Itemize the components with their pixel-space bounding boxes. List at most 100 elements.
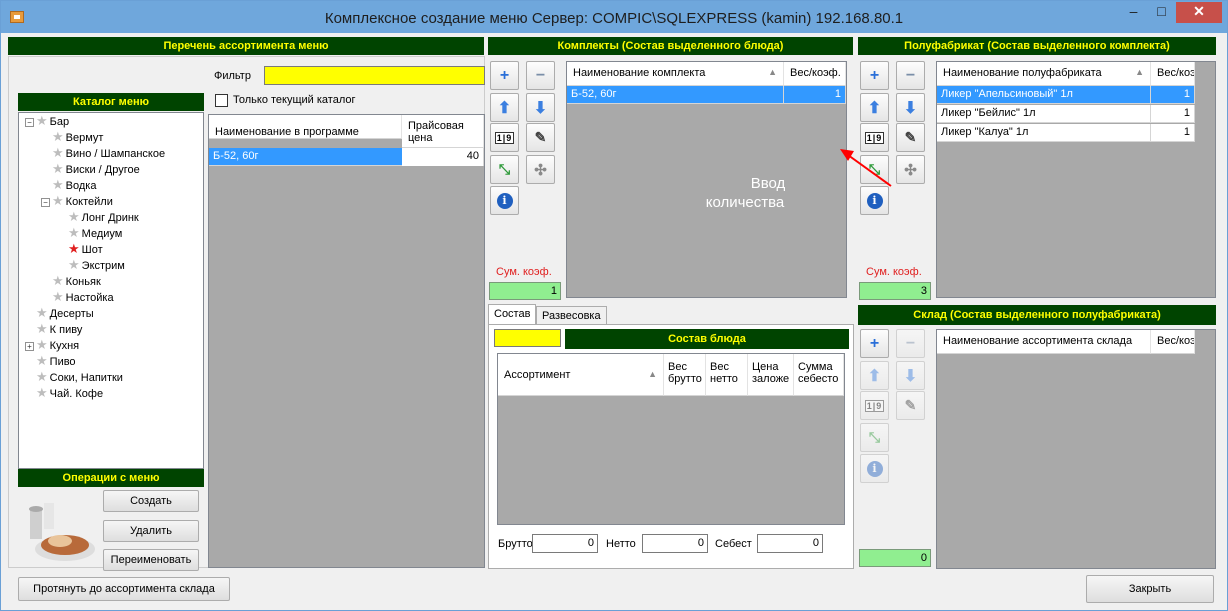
column-header-warehouse-name[interactable]: Наименование ассортимента склада xyxy=(937,330,1151,354)
only-current-checkbox[interactable] xyxy=(215,94,228,107)
collapse-button[interactable]: ⤡ xyxy=(860,423,889,452)
row-price: 40 xyxy=(402,148,484,166)
star-icon: ★ xyxy=(36,113,48,128)
tree-item-tincture[interactable]: ★ Настойка xyxy=(52,289,114,305)
star-icon: ★ xyxy=(52,145,64,160)
move-up-button[interactable]: ⬆ xyxy=(860,93,889,122)
remove-semi-button[interactable]: − xyxy=(896,61,925,90)
add-warehouse-button[interactable]: + xyxy=(860,329,889,358)
remove-kit-button[interactable]: − xyxy=(526,61,555,90)
tab-weighing[interactable]: Развесовка xyxy=(536,306,607,326)
expand-icon[interactable]: + xyxy=(25,342,34,351)
tree-item-cognac[interactable]: ★ Коньяк xyxy=(52,273,101,289)
table-row[interactable]: Б-52, 60г 1 xyxy=(567,86,846,104)
quantity-icon: 1|9 xyxy=(494,131,515,144)
add-semi-button[interactable]: + xyxy=(860,61,889,90)
quantity-button[interactable]: 1|9 xyxy=(860,391,889,420)
tree-item-beer-snacks[interactable]: ★ К пиву xyxy=(36,321,82,337)
column-header-warehouse-coef[interactable]: Вес/коэ xyxy=(1151,330,1195,354)
tree-item-whisky[interactable]: ★ Виски / Другое xyxy=(52,161,140,177)
edit-semi-button[interactable]: ✎ xyxy=(896,123,925,152)
column-header-price[interactable]: Цена заложе xyxy=(748,354,794,396)
brutto-field[interactable]: 0 xyxy=(532,534,598,553)
column-header-gross[interactable]: Вес брутто xyxy=(664,354,706,396)
table-row[interactable]: Б-52, 60г 40 xyxy=(209,148,484,166)
tree-item-desserts[interactable]: ★ Десерты xyxy=(36,305,94,321)
title-bar: Комплексное создание меню Сервер: COMPIC… xyxy=(1,1,1227,33)
move-down-button[interactable]: ⬇ xyxy=(896,93,925,122)
collapse-arrows-icon: ⤡ xyxy=(868,429,881,445)
food-image xyxy=(20,489,100,569)
column-header-net[interactable]: Вес нетто xyxy=(706,354,748,396)
filter-input[interactable] xyxy=(264,66,485,85)
column-header-price[interactable]: Прайсовая цена xyxy=(402,115,484,148)
tree-item-medium[interactable]: ★ Медиум xyxy=(68,225,122,241)
add-kit-button[interactable]: + xyxy=(490,61,519,90)
tree-item-label: Соки, Напитки xyxy=(49,372,123,384)
assortment-grid[interactable]: Наименование в программе Прайсовая цена … xyxy=(208,114,485,568)
edit-warehouse-button[interactable]: ✎ xyxy=(896,391,925,420)
tree-item-kitchen[interactable]: + ★ Кухня xyxy=(25,337,79,353)
move-up-button[interactable]: ⬆ xyxy=(490,93,519,122)
move-down-button[interactable]: ⬇ xyxy=(896,361,925,390)
collapse-icon[interactable]: − xyxy=(41,198,50,207)
table-row[interactable]: Ликер "Апельсиновый" 1л 1 xyxy=(937,86,1195,104)
edit-kit-button[interactable]: ✎ xyxy=(526,123,555,152)
tree-item-extreme[interactable]: ★ Экстрим xyxy=(68,257,125,273)
column-header-semi-coef[interactable]: Вес/коэ xyxy=(1151,62,1195,86)
puzzle-button[interactable]: ✣ xyxy=(526,155,555,184)
minimize-button[interactable]: ‒ xyxy=(1120,2,1147,23)
close-button[interactable]: Закрыть xyxy=(1086,575,1214,603)
info-button[interactable]: i xyxy=(860,454,889,483)
assortment-header: Перечень ассортимента меню xyxy=(8,37,484,55)
maximize-button[interactable]: □ xyxy=(1148,2,1175,23)
tree-item-wine[interactable]: ★ Вино / Шампанское xyxy=(52,145,165,161)
tree-item-label: Коньяк xyxy=(65,276,101,288)
row-name: Б-52, 60г xyxy=(213,150,259,162)
info-icon: i xyxy=(866,460,883,477)
collapse-button[interactable]: ⤡ xyxy=(490,155,519,184)
tree-item-cocktails[interactable]: − ★ Коктейли xyxy=(41,193,113,209)
warehouse-grid[interactable]: Наименование ассортимента склада Вес/коэ xyxy=(936,329,1216,569)
rename-button[interactable]: Переименовать xyxy=(103,549,199,571)
dish-grid[interactable]: Ассортимент ▲ Вес брутто Вес нетто Цена з… xyxy=(497,353,845,525)
create-button[interactable]: Создать xyxy=(103,490,199,512)
quantity-button[interactable]: 1|9 xyxy=(490,123,519,152)
dish-color-box[interactable] xyxy=(494,329,561,347)
move-down-button[interactable]: ⬇ xyxy=(526,93,555,122)
tree-item-label: Десерты xyxy=(49,308,94,320)
tree-item-bar[interactable]: − ★ Бар xyxy=(25,113,69,129)
tree-item-tea-coffee[interactable]: ★ Чай. Кофе xyxy=(36,385,103,401)
cost-field[interactable]: 0 xyxy=(757,534,823,553)
column-header-kit-name[interactable]: Наименование комплекта ▲ xyxy=(567,62,784,86)
column-header-assortment[interactable]: Ассортимент ▲ xyxy=(498,354,664,396)
column-header-semi-name[interactable]: Наименование полуфабриката ▲ xyxy=(937,62,1151,86)
info-button[interactable]: i xyxy=(490,186,519,215)
tree-item-shot[interactable]: ★ Шот xyxy=(68,241,103,257)
extend-to-warehouse-button[interactable]: Протянуть до ассортимента склада xyxy=(18,577,230,601)
tree-item-vermut[interactable]: ★ Вермут xyxy=(52,129,103,145)
collapse-icon[interactable]: − xyxy=(25,118,34,127)
tree-item-juices[interactable]: ★ Соки, Напитки xyxy=(36,369,123,385)
table-row[interactable]: Ликер "Бейлис" 1л 1 xyxy=(937,105,1195,123)
tree-item-beer[interactable]: ★ Пиво xyxy=(36,353,76,369)
kits-sum-label: Сум. коэф. xyxy=(496,266,552,278)
delete-button[interactable]: Удалить xyxy=(103,520,199,542)
tab-composition[interactable]: Состав xyxy=(488,304,537,326)
tree-item-vodka[interactable]: ★ Водка xyxy=(52,177,96,193)
semi-grid[interactable]: Наименование полуфабриката ▲ Вес/коэ Лике… xyxy=(936,61,1216,298)
catalog-tree[interactable]: − ★ Бар ★ Вермут ★ Вино / Шампанское ★ Виски … xyxy=(18,112,204,469)
column-header-kit-coef[interactable]: Вес/коэф. xyxy=(784,62,846,86)
netto-field[interactable]: 0 xyxy=(642,534,708,553)
kits-header: Комплекты (Состав выделенного блюда) xyxy=(488,37,853,55)
close-window-button[interactable]: ✕ xyxy=(1176,2,1222,23)
tree-item-long-drink[interactable]: ★ Лонг Дринк xyxy=(68,209,139,225)
table-row[interactable]: Ликер "Калуа" 1л 1 xyxy=(937,124,1195,142)
tree-item-label: Кухня xyxy=(49,340,80,352)
move-up-button[interactable]: ⬆ xyxy=(860,361,889,390)
tree-item-label: Бар xyxy=(49,116,70,128)
column-header-cost-sum[interactable]: Сумма себесто xyxy=(794,354,844,396)
column-header-name[interactable]: Наименование в программе xyxy=(209,115,402,139)
puzzle-button[interactable]: ✣ xyxy=(896,155,925,184)
remove-warehouse-button[interactable]: − xyxy=(896,329,925,358)
